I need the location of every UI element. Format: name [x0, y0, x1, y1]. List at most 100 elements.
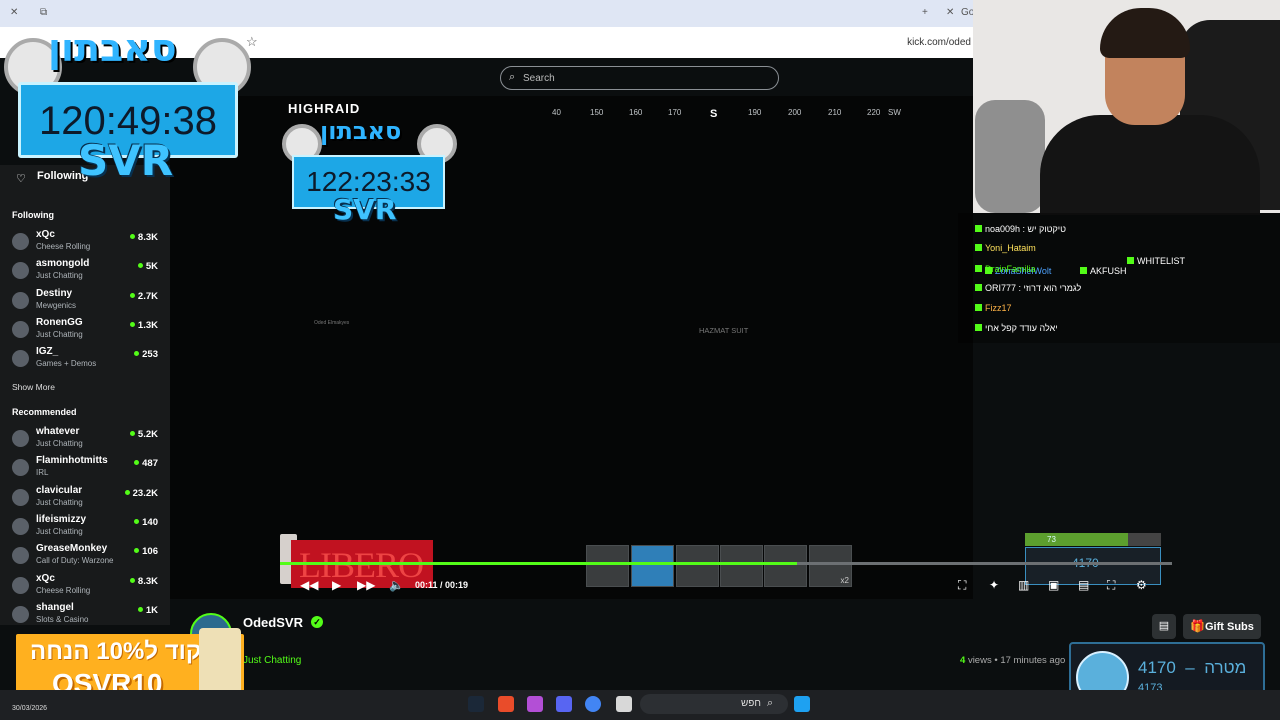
- compass-tick: SW: [888, 108, 901, 117]
- seek-bar-fill: [280, 562, 798, 565]
- new-tab-icon[interactable]: +: [922, 7, 928, 18]
- chat-text: noa009h : טיקטוק יש: [985, 224, 1066, 234]
- tab-close-icon[interactable]: ✕: [946, 7, 954, 18]
- viewer-count: 5K: [137, 261, 158, 272]
- sidebar-channel-name: xQc: [36, 572, 55, 584]
- pip-icon[interactable]: ▣: [1048, 578, 1059, 592]
- heart-icon: ♡: [16, 173, 26, 185]
- settings-icon[interactable]: ⚙: [1136, 578, 1147, 592]
- windows-start-icon[interactable]: [794, 696, 810, 712]
- gift-subs-button[interactable]: 🎁 Gift Subs: [1183, 614, 1261, 639]
- sparkle-icon[interactable]: ✦: [989, 578, 999, 592]
- channel-avatar: [12, 547, 29, 565]
- views-label: views: [967, 655, 992, 666]
- sidebar-channel[interactable]: clavicular Just Chatting 23.2K: [0, 483, 170, 512]
- channel-avatar: [12, 488, 29, 506]
- viewer-count: 140: [134, 517, 158, 528]
- sidebar-channel[interactable]: xQc Cheese Rolling 8.3K: [0, 227, 170, 256]
- sidebar-channel[interactable]: IGZ_ Games + Demos 253: [0, 344, 170, 373]
- taskbar-search-icon: ⌕: [767, 697, 774, 709]
- kick-badge-icon: [975, 304, 982, 311]
- chrome-icon[interactable]: [585, 696, 601, 712]
- channel-avatar: [12, 576, 29, 594]
- viewer-count-value: 487: [142, 458, 158, 470]
- rewind-icon[interactable]: ◀◀: [300, 578, 318, 592]
- browser-tab-bar: ✕ ⧉ + ✕ Go: [0, 0, 974, 27]
- gift-icon: 🎁: [1190, 619, 1205, 633]
- discord-icon[interactable]: [556, 696, 572, 712]
- webcam-pillow: [975, 100, 1045, 213]
- svr-logo-small: SVR: [333, 193, 397, 226]
- duration: 00:19: [445, 580, 469, 590]
- sidebar-channel[interactable]: whatever Just Chatting 5.2K: [0, 424, 170, 453]
- search-input[interactable]: ⌕ Search: [500, 66, 779, 90]
- compass-tick: 210: [828, 108, 842, 117]
- chat-text: Fizz17: [985, 303, 1012, 313]
- file-explorer-icon[interactable]: [616, 696, 632, 712]
- show-more-link[interactable]: Show More: [12, 382, 55, 392]
- highraid-logo: HIGHRAID: [288, 101, 361, 116]
- views-info: 4 views • 17 minutes ago: [960, 655, 1066, 666]
- chat-message: Fizz17: [975, 303, 1012, 313]
- time-display: 00:11 / 00:19: [415, 580, 469, 590]
- forward-icon[interactable]: ▶▶: [357, 578, 375, 592]
- steam-icon[interactable]: [468, 696, 484, 712]
- video-player[interactable]: [170, 96, 973, 599]
- miniplayer-icon[interactable]: ▤: [1078, 578, 1089, 592]
- fullscreen-icon[interactable]: ⛶: [1107, 578, 1115, 593]
- close-icon[interactable]: ✕: [10, 7, 18, 18]
- subathon-title: סאבתון: [48, 26, 177, 70]
- sidebar-channel[interactable]: xQc Cheese Rolling 8.3K: [0, 571, 170, 600]
- viewer-count-value: 23.2K: [132, 487, 158, 499]
- channel-category[interactable]: Just Chatting: [243, 655, 301, 666]
- url-text[interactable]: kick.com/oded: [907, 37, 971, 48]
- chat-message: ORI777 : לגמרי הוא דרוזי: [975, 283, 1081, 293]
- svr-logo: SVR: [78, 136, 174, 185]
- views-count: 4: [960, 655, 966, 666]
- viewer-count: 1K: [137, 605, 158, 616]
- chat-toggle-button[interactable]: ▤: [1152, 614, 1176, 639]
- gift-subs-label: Gift Subs: [1205, 621, 1254, 633]
- sidebar-channel-category: Just Chatting: [36, 497, 83, 507]
- sidebar-channel-category: Call of Duty: Warzone: [36, 556, 114, 566]
- viewer-count: 487: [134, 458, 158, 469]
- sidebar-channel[interactable]: Destiny Mewgenics 2.7K: [0, 286, 170, 315]
- clip-icon[interactable]: ⛶: [958, 578, 966, 593]
- compass-tick: S: [710, 108, 718, 120]
- play-icon[interactable]: ▶: [332, 578, 341, 592]
- sidebar-channel[interactable]: RonenGG Just Chatting 1.3K: [0, 315, 170, 344]
- live-dot-icon: [137, 263, 143, 269]
- theater-icon[interactable]: ▥: [1018, 578, 1029, 592]
- seek-bar[interactable]: [280, 562, 1172, 565]
- sidebar-channel[interactable]: lifeismizzy Just Chatting 140: [0, 512, 170, 541]
- hotbar-slot: [676, 545, 719, 587]
- channel-name[interactable]: OdedSVR: [243, 615, 303, 630]
- viewer-count-value: 106: [142, 546, 158, 558]
- viewer-count-value: 8.3K: [137, 575, 158, 587]
- instagram-icon[interactable]: [527, 696, 543, 712]
- chat-text: DrainFamilia: [985, 264, 1036, 274]
- viewer-count: 1.3K: [129, 320, 158, 331]
- sidebar-channel[interactable]: asmongold Just Chatting 5K: [0, 256, 170, 285]
- viewer-count: 8.3K: [129, 575, 158, 587]
- chat-message: noa009h : טיקטוק יש: [975, 224, 1066, 234]
- sidebar-channel-name: asmongold: [36, 258, 90, 270]
- restore-icon[interactable]: ⧉: [40, 7, 47, 18]
- sidebar-channel-name: RonenGG: [36, 316, 83, 328]
- goal-main-value: 4170: [1138, 658, 1176, 677]
- kick-badge-icon: [975, 244, 982, 251]
- channel-avatar: [12, 605, 29, 623]
- sidebar-channel-name: GreaseMonkey: [36, 543, 108, 555]
- channel-avatar: [12, 320, 29, 338]
- volume-icon[interactable]: 🔈: [389, 578, 404, 592]
- kick-badge-icon: [1127, 257, 1134, 264]
- sidebar-channel[interactable]: Flaminhotmitts IRL 487: [0, 453, 170, 482]
- sidebar-channel[interactable]: shangel Slots & Casino 1K: [0, 600, 170, 629]
- kick-badge-icon: [975, 265, 982, 272]
- sidebar-channel-category: Just Chatting: [36, 526, 83, 536]
- taskbar-search[interactable]: [640, 694, 788, 714]
- viewer-count: 8.3K: [129, 232, 158, 243]
- sidebar-channel[interactable]: GreaseMonkey Call of Duty: Warzone 106: [0, 541, 170, 570]
- app-icon[interactable]: [498, 696, 514, 712]
- bookmark-star-icon[interactable]: ☆: [246, 34, 258, 50]
